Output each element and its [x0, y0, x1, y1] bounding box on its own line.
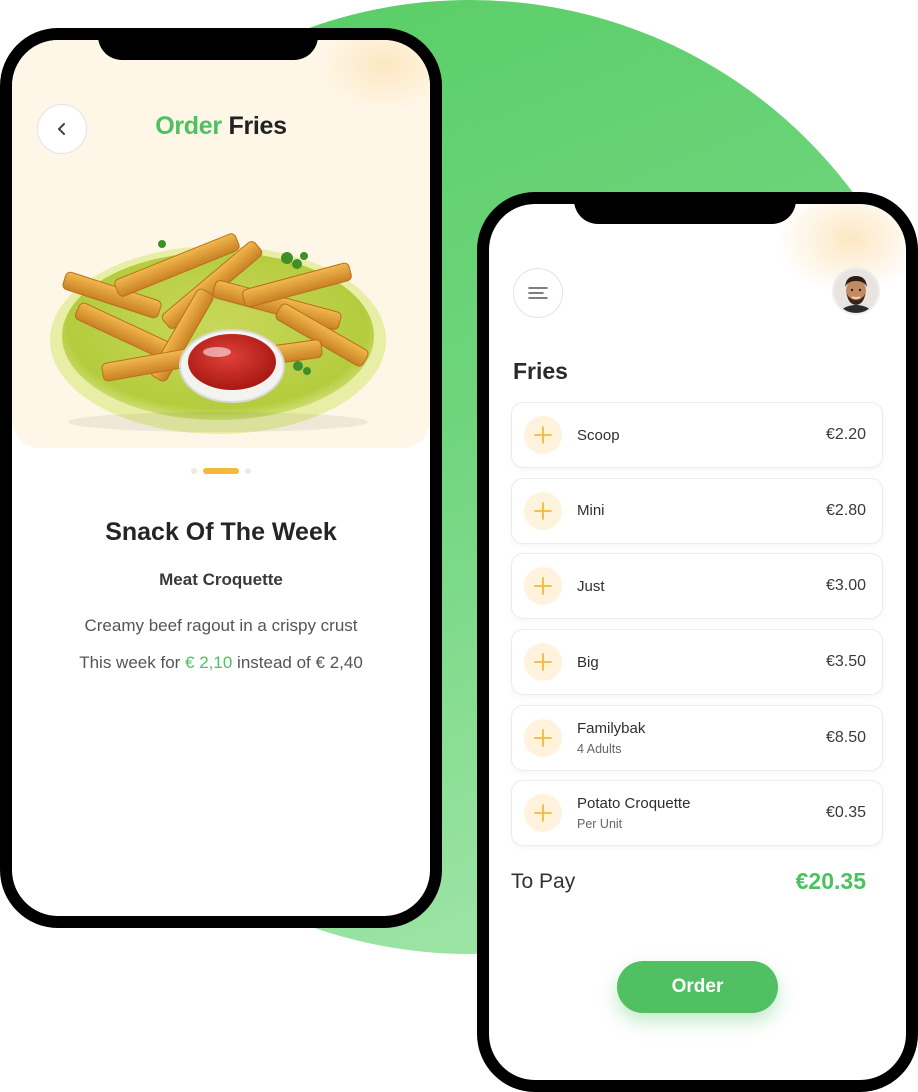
plus-icon — [534, 577, 552, 596]
menu-screen: Fries Scoop €2.20 Mini €2.80 Just €3.00 … — [489, 204, 906, 1080]
add-item-button[interactable] — [524, 491, 562, 530]
to-pay-label: To Pay — [511, 870, 576, 893]
title-fries: Fries — [228, 112, 287, 140]
phone-left: Order Fries Snack Of The Week Meat Croqu… — [0, 28, 442, 928]
section-title: Fries — [513, 358, 568, 384]
hero-glow — [320, 40, 430, 110]
page-title: Order Fries — [12, 112, 430, 141]
fries-plate-image — [50, 233, 386, 434]
plus-icon — [534, 804, 552, 823]
plus-icon — [534, 501, 552, 520]
item-text: Potato Croquette Per Unit — [577, 795, 826, 831]
item-text: Mini — [577, 502, 826, 519]
hero-banner: Order Fries — [12, 40, 430, 448]
item-name: Scoop — [577, 426, 620, 444]
menu-button[interactable] — [513, 268, 563, 318]
carousel-dot[interactable] — [245, 468, 251, 474]
phone-notch — [574, 192, 796, 224]
menu-item-list: Scoop €2.20 Mini €2.80 Just €3.00 Big €3… — [511, 402, 883, 856]
item-text: Familybak 4 Adults — [577, 720, 826, 756]
phone-right: Fries Scoop €2.20 Mini €2.80 Just €3.00 … — [477, 192, 918, 1092]
item-name: Potato Croquette — [577, 795, 691, 813]
plus-icon — [534, 653, 552, 671]
add-item-button[interactable] — [524, 643, 562, 682]
avatar[interactable] — [832, 267, 880, 315]
item-price: €3.50 — [825, 653, 866, 671]
item-subtitle: Per Unit — [577, 817, 623, 832]
item-price: €8.50 — [825, 728, 866, 746]
item-name: Big — [577, 653, 599, 671]
add-item-button[interactable] — [524, 718, 562, 757]
plus-icon — [534, 728, 552, 747]
add-item-button[interactable] — [524, 567, 562, 606]
item-text: Scoop — [577, 427, 826, 444]
add-item-button[interactable] — [524, 416, 562, 454]
title-order: Order — [155, 112, 222, 140]
plus-icon — [534, 426, 552, 444]
menu-item[interactable]: Just €3.00 — [511, 553, 883, 620]
menu-item[interactable]: Mini €2.80 — [511, 477, 883, 544]
order-button[interactable]: Order — [617, 961, 778, 1013]
item-name: Familybak — [577, 719, 646, 737]
add-item-button[interactable] — [524, 794, 562, 833]
item-subtitle: 4 Adults — [577, 741, 622, 756]
price-prefix: This week for — [79, 653, 181, 672]
to-pay-total: €20.35 — [795, 868, 866, 894]
carousel-dot[interactable] — [191, 468, 197, 474]
snack-price-line: This week for € 2,10 instead of € 2,40 — [12, 653, 430, 673]
item-price: €2.20 — [825, 426, 866, 443]
hamburger-menu-icon — [528, 287, 548, 299]
item-price: €0.35 — [825, 804, 866, 822]
snack-name: Meat Croquette — [159, 570, 283, 589]
price-was: € 2,40 — [315, 653, 363, 672]
snack-screen: Order Fries Snack Of The Week Meat Croqu… — [12, 40, 430, 916]
item-price: €2.80 — [825, 501, 866, 519]
carousel-dots[interactable] — [12, 468, 430, 474]
item-name: Mini — [577, 502, 605, 520]
menu-item[interactable]: Big €3.50 — [511, 629, 883, 696]
user-avatar-icon — [834, 269, 878, 313]
price-now: € 2,10 — [185, 653, 233, 672]
menu-item[interactable]: Potato Croquette Per Unit €0.35 — [511, 780, 883, 847]
snack-heading: Snack Of The Week — [105, 518, 337, 546]
phone-notch — [98, 28, 318, 60]
menu-item[interactable]: Scoop €2.20 — [511, 402, 883, 468]
price-mid: instead of — [237, 653, 311, 672]
item-text: Just — [577, 578, 826, 595]
snack-description: Creamy beef ragout in a crispy crust — [84, 616, 358, 635]
menu-item[interactable]: Familybak 4 Adults €8.50 — [511, 704, 883, 771]
carousel-dot-active[interactable] — [203, 468, 239, 474]
item-price: €3.00 — [825, 577, 866, 595]
item-text: Big — [577, 654, 826, 671]
item-name: Just — [577, 577, 605, 595]
